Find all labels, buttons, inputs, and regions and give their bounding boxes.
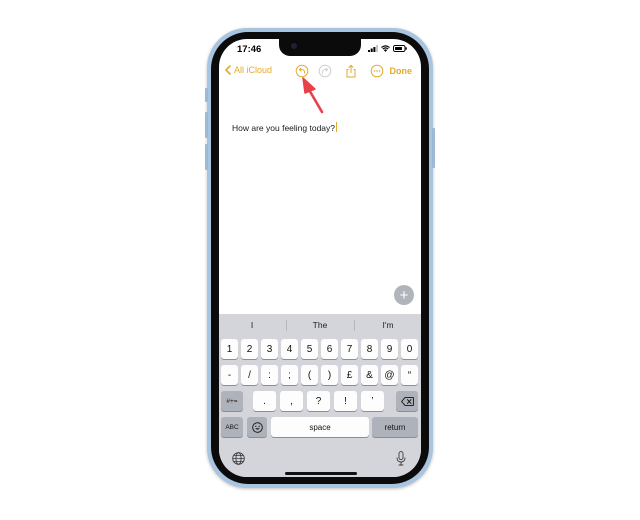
suggestion-2[interactable]: The (287, 320, 353, 330)
status-time: 17:46 (237, 44, 262, 55)
add-button[interactable]: + (394, 285, 414, 305)
keyboard: I The I'm 1 2 3 4 5 6 7 8 9 0 - / : ; ( … (219, 314, 421, 477)
suggestion-bar: I The I'm (219, 314, 421, 337)
key-slash[interactable]: / (241, 365, 258, 385)
front-camera (291, 43, 297, 49)
side-button-silent (205, 88, 208, 102)
key-at[interactable]: @ (381, 365, 398, 385)
key-colon[interactable]: : (261, 365, 278, 385)
key-hyphen[interactable]: - (221, 365, 238, 385)
key-abc[interactable]: ABC (221, 417, 243, 437)
emoji-key[interactable] (247, 417, 267, 437)
note-text: How are you feeling today? (232, 123, 336, 133)
suggestion-1[interactable]: I (219, 320, 285, 330)
add-icon: + (399, 286, 409, 304)
key-comma[interactable]: , (280, 391, 303, 411)
emoji-icon (251, 421, 263, 433)
key-8[interactable]: 8 (361, 339, 378, 359)
more-icon[interactable] (370, 64, 384, 78)
annotation-arrow-icon (302, 77, 324, 114)
home-indicator (285, 472, 357, 475)
side-button-volume-down (205, 144, 208, 170)
share-icon[interactable] (344, 64, 358, 78)
status-icons (368, 45, 407, 52)
wifi-icon (381, 45, 390, 52)
back-label: All iCloud (234, 65, 273, 75)
side-button-volume-up (205, 112, 208, 138)
key-1[interactable]: 1 (221, 339, 238, 359)
key-3[interactable]: 3 (261, 339, 278, 359)
return-key[interactable]: return (372, 417, 418, 437)
key-period[interactable]: . (253, 391, 276, 411)
key-2[interactable]: 2 (241, 339, 258, 359)
key-apostrophe[interactable]: ’ (361, 391, 384, 411)
key-4[interactable]: 4 (281, 339, 298, 359)
key-semicolon[interactable]: ; (281, 365, 298, 385)
key-question[interactable]: ? (307, 391, 330, 411)
suggestion-3[interactable]: I'm (355, 320, 421, 330)
key-5[interactable]: 5 (301, 339, 318, 359)
key-0[interactable]: 0 (401, 339, 418, 359)
back-button[interactable]: All iCloud (225, 65, 272, 75)
done-button[interactable]: Done (390, 66, 413, 76)
key-quote[interactable]: “ (401, 365, 418, 385)
space-key[interactable]: space (271, 417, 369, 437)
chevron-left-icon (225, 65, 231, 75)
signal-icon (368, 45, 378, 52)
key-6[interactable]: 6 (321, 339, 338, 359)
delete-key[interactable] (396, 391, 418, 411)
microphone-icon[interactable] (396, 451, 406, 466)
note-body[interactable]: How are you feeling today? (232, 122, 338, 133)
key-open-paren[interactable]: ( (301, 365, 318, 385)
key-7[interactable]: 7 (341, 339, 358, 359)
key-ampersand[interactable]: & (361, 365, 378, 385)
battery-icon (393, 45, 407, 52)
key-9[interactable]: 9 (381, 339, 398, 359)
notch (279, 39, 361, 56)
side-button-power (432, 128, 435, 168)
key-pound[interactable]: £ (341, 365, 358, 385)
key-close-paren[interactable]: ) (321, 365, 338, 385)
key-exclamation[interactable]: ! (334, 391, 357, 411)
delete-icon (400, 396, 414, 406)
text-cursor (336, 122, 338, 132)
key-symbols-toggle[interactable]: #+= (221, 391, 243, 411)
globe-icon[interactable] (232, 452, 245, 465)
